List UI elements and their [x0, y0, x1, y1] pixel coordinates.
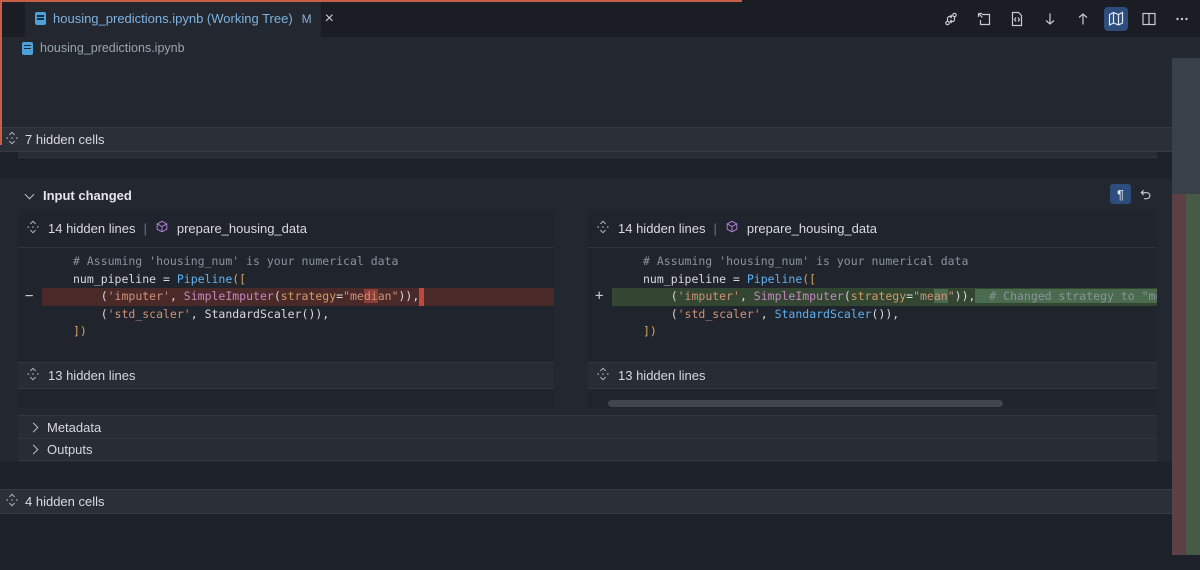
added-line-gutter: +: [595, 288, 611, 306]
chevron-right-icon: [29, 422, 39, 432]
compare-changes-icon: [943, 11, 959, 27]
hidden-lines-bottom-label: 13 hidden lines: [618, 368, 705, 383]
revert-cell-button[interactable]: [1135, 184, 1155, 204]
hidden-cells-bottom-bar[interactable]: 4 hidden cells: [0, 489, 1200, 514]
diff-pane-original: 14 hidden lines | prepare_housing_data −…: [18, 210, 554, 408]
hidden-lines-bottom-label: 13 hidden lines: [48, 368, 135, 383]
unfold-icon: [5, 131, 19, 148]
input-changed-header[interactable]: Input changed: [26, 188, 132, 203]
collapse-unchanged-button[interactable]: [1104, 7, 1128, 31]
arrow-up-icon: [1075, 11, 1091, 27]
unfold-icon: [596, 220, 610, 237]
input-changed-title: Input changed: [43, 188, 132, 203]
symbol-name: prepare_housing_data: [177, 221, 307, 236]
open-changes-button[interactable]: [972, 7, 996, 31]
file-code-icon: [1009, 11, 1025, 27]
unfold-icon: [26, 367, 40, 384]
accent-line-top: [0, 0, 742, 2]
notebook-diff-editor: housing_predictions.ipynb (Working Tree)…: [0, 0, 1200, 570]
separator: |: [143, 221, 146, 236]
modified-badge: M: [302, 12, 312, 26]
editor-toolbar: [939, 0, 1194, 37]
whitespace-toggle-button[interactable]: ¶: [1110, 184, 1131, 204]
tab-bar: housing_predictions.ipynb (Working Tree)…: [0, 0, 1200, 37]
symbol-name: prepare_housing_data: [747, 221, 877, 236]
overview-ruler-deleted: [1172, 194, 1186, 555]
code-modified[interactable]: # Assuming 'housing_num' is your numeric…: [612, 253, 1157, 341]
metadata-row[interactable]: Metadata: [18, 415, 1157, 438]
outputs-label: Outputs: [47, 442, 93, 457]
more-actions-icon: [1174, 11, 1190, 27]
split-editor-icon: [1141, 11, 1157, 27]
hidden-cells-bottom-label: 4 hidden cells: [25, 494, 105, 509]
unfold-icon: [596, 367, 610, 384]
hidden-cells-top-bar[interactable]: 7 hidden cells: [0, 127, 1200, 152]
chevron-down-icon: [25, 189, 35, 199]
chevron-right-icon: [29, 445, 39, 455]
separator: |: [713, 221, 716, 236]
map-collapse-unchanged-icon: [1108, 11, 1124, 27]
tab-title: housing_predictions.ipynb (Working Tree): [53, 11, 293, 26]
horizontal-scrollbar[interactable]: [608, 400, 1003, 407]
unfold-icon: [26, 220, 40, 237]
compare-changes-button[interactable]: [939, 7, 963, 31]
overview-ruler-added: [1186, 194, 1200, 555]
split-editor-button[interactable]: [1137, 7, 1161, 31]
outputs-row[interactable]: Outputs: [18, 438, 1157, 461]
notebook-icon: [22, 42, 33, 55]
hidden-lines-bottom-row[interactable]: 13 hidden lines: [18, 362, 554, 389]
more-actions-button[interactable]: [1170, 7, 1194, 31]
pane-header-original[interactable]: 14 hidden lines | prepare_housing_data: [18, 210, 554, 248]
symbol-method-icon: [155, 220, 169, 237]
notebook-metadata-region: Notebook Metadata: [0, 59, 1200, 127]
tab-housing-predictions[interactable]: housing_predictions.ipynb (Working Tree)…: [25, 0, 321, 37]
breadcrumb-filename: housing_predictions.ipynb: [40, 41, 185, 55]
breadcrumb[interactable]: housing_predictions.ipynb: [0, 37, 1200, 59]
unfold-icon: [5, 493, 19, 510]
hidden-lines-top-label: 14 hidden lines: [618, 221, 705, 236]
open-as-text-button[interactable]: [1005, 7, 1029, 31]
previous-change-button[interactable]: [1071, 7, 1095, 31]
close-icon[interactable]: ×: [325, 11, 334, 27]
open-changes-icon: [976, 11, 992, 27]
hidden-lines-top-label: 14 hidden lines: [48, 221, 135, 236]
hidden-lines-bottom-row[interactable]: 13 hidden lines: [588, 362, 1157, 389]
hidden-cells-top-label: 7 hidden cells: [25, 132, 105, 147]
pane-header-modified[interactable]: 14 hidden lines | prepare_housing_data: [588, 210, 1157, 248]
notebook-icon: [35, 12, 46, 25]
discard-undo-icon: [1138, 187, 1153, 202]
vertical-scrollbar-thumb[interactable]: [1172, 58, 1200, 194]
symbol-method-icon: [725, 220, 739, 237]
input-changed-cell: Input changed ¶ 14 hidden lines: [0, 178, 1200, 462]
accent-line-left: [0, 0, 2, 145]
diff-pane-modified: 14 hidden lines | prepare_housing_data +…: [588, 210, 1157, 408]
arrow-down-icon: [1042, 11, 1058, 27]
next-change-button[interactable]: [1038, 7, 1062, 31]
metadata-label: Metadata: [47, 420, 101, 435]
deleted-line-gutter: −: [25, 288, 41, 306]
code-original[interactable]: # Assuming 'housing_num' is your numeric…: [42, 253, 554, 341]
